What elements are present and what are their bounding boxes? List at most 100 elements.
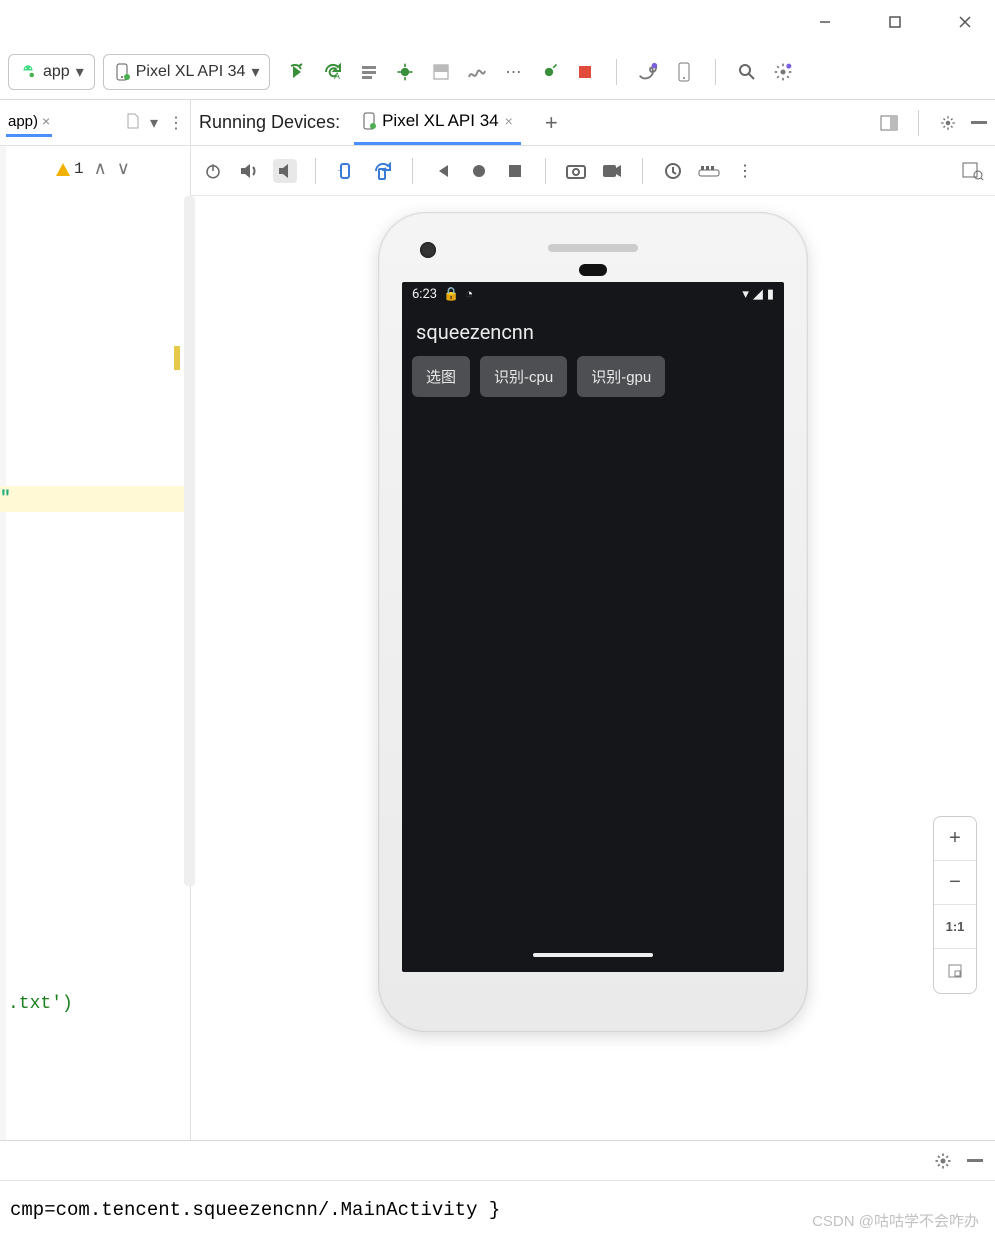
settings-icon[interactable] bbox=[933, 1151, 953, 1171]
select-image-button[interactable]: 选图 bbox=[412, 356, 470, 397]
hide-icon[interactable] bbox=[971, 121, 987, 125]
debug-status-icon: ◔ bbox=[465, 286, 473, 302]
settings-icon[interactable] bbox=[939, 114, 957, 132]
record-icon[interactable] bbox=[600, 159, 624, 183]
scrollbar[interactable] bbox=[184, 196, 195, 886]
apply-changes-icon[interactable]: A bbox=[322, 61, 344, 83]
separator bbox=[412, 158, 413, 184]
code-editor[interactable]: 1 ∧ ∨ " .txt') bbox=[0, 146, 190, 1140]
screenshot-icon[interactable] bbox=[564, 159, 588, 183]
extended-controls-icon[interactable] bbox=[697, 159, 721, 183]
file-icon[interactable] bbox=[126, 113, 140, 133]
close-icon[interactable]: × bbox=[42, 113, 50, 129]
more-icon[interactable]: ⋮ bbox=[733, 159, 757, 183]
chevron-down-icon: ▾ bbox=[251, 62, 259, 82]
settings-icon[interactable] bbox=[772, 61, 794, 83]
gesture-handle[interactable] bbox=[533, 953, 653, 957]
more-icon[interactable]: ⋮ bbox=[168, 113, 184, 133]
window-close-button[interactable] bbox=[945, 7, 985, 37]
home-icon[interactable] bbox=[467, 159, 491, 183]
toolbar-actions: A ⋯ bbox=[286, 59, 794, 85]
android-icon bbox=[19, 63, 37, 81]
close-icon[interactable]: × bbox=[505, 113, 513, 129]
app-title: squeezencnn bbox=[402, 306, 784, 356]
main-toolbar: app ▾ Pixel XL API 34 ▾ A ⋯ bbox=[0, 44, 995, 100]
recognize-gpu-button[interactable]: 识别-gpu bbox=[577, 356, 665, 397]
zoom-panel: + − 1:1 bbox=[933, 816, 977, 994]
watermark: CSDN @咕咕学不会咋办 bbox=[812, 1210, 979, 1231]
prev-highlight-icon[interactable]: ∧ bbox=[94, 158, 107, 180]
overview-icon[interactable] bbox=[503, 159, 527, 183]
chevron-down-icon[interactable]: ▾ bbox=[150, 113, 158, 133]
search-icon[interactable] bbox=[736, 61, 758, 83]
code-fragment: .txt') bbox=[8, 994, 73, 1014]
volume-up-icon[interactable] bbox=[237, 159, 261, 183]
separator bbox=[642, 158, 643, 184]
running-devices-tabbar: Running Devices: Pixel XL API 34 × + bbox=[191, 100, 995, 146]
running-devices-pane: Running Devices: Pixel XL API 34 × + bbox=[191, 100, 995, 1140]
warning-count: 1 bbox=[74, 160, 84, 178]
running-devices-label: Running Devices: bbox=[199, 112, 340, 133]
back-icon[interactable] bbox=[431, 159, 455, 183]
toolbar-separator bbox=[715, 59, 716, 85]
zoom-out-button[interactable]: − bbox=[934, 861, 976, 905]
wifi-icon: ▾ bbox=[742, 287, 749, 302]
editor-pane: app) × ▾ ⋮ 1 ∧ ∨ " .txt') bbox=[0, 100, 191, 1140]
gutter bbox=[0, 146, 6, 1140]
app-inspection-icon[interactable]: ⋯ bbox=[502, 61, 524, 83]
inspection-bar: 1 ∧ ∨ bbox=[4, 152, 190, 180]
add-device-icon[interactable]: + bbox=[545, 110, 558, 136]
coverage-icon[interactable] bbox=[430, 61, 452, 83]
device-frame: 6:23 🔒 ◔ ▾ ◢ ▮ squeezencnn 选图 识别-cpu 识别 bbox=[378, 212, 808, 1032]
window-minimize-button[interactable] bbox=[805, 7, 845, 37]
recognize-cpu-button[interactable]: 识别-cpu bbox=[480, 356, 567, 397]
fit-screen-button[interactable] bbox=[934, 949, 976, 993]
android-navbar[interactable] bbox=[402, 938, 784, 972]
device-screen[interactable]: 6:23 🔒 ◔ ▾ ◢ ▮ squeezencnn 选图 识别-cpu 识别 bbox=[402, 282, 784, 972]
apply-code-changes-icon[interactable] bbox=[358, 61, 380, 83]
editor-tab-bar: app) × ▾ ⋮ bbox=[0, 100, 190, 146]
rotate-left-icon[interactable] bbox=[334, 159, 358, 183]
sync-gradle-icon[interactable] bbox=[637, 61, 659, 83]
next-highlight-icon[interactable]: ∨ bbox=[117, 158, 130, 180]
editor-tab[interactable]: app) × bbox=[6, 109, 52, 137]
separator bbox=[918, 110, 919, 136]
module-selector[interactable]: app ▾ bbox=[8, 54, 95, 90]
volume-down-icon[interactable] bbox=[273, 159, 297, 183]
camera-dot bbox=[420, 242, 436, 258]
device-selector[interactable]: Pixel XL API 34 ▾ bbox=[103, 54, 271, 90]
sensor-pill bbox=[579, 264, 607, 276]
layout-inspector-icon[interactable] bbox=[961, 159, 985, 183]
battery-icon: ▮ bbox=[767, 287, 774, 302]
window-mode-icon[interactable] bbox=[880, 115, 898, 131]
power-icon[interactable] bbox=[201, 159, 225, 183]
debug-icon[interactable] bbox=[394, 61, 416, 83]
toolbar-separator bbox=[616, 59, 617, 85]
run-icon[interactable] bbox=[286, 61, 308, 83]
hide-icon[interactable] bbox=[967, 1159, 983, 1163]
module-selector-label: app bbox=[43, 63, 70, 81]
code-highlight-line bbox=[0, 486, 190, 512]
zoom-reset-button[interactable]: 1:1 bbox=[934, 905, 976, 949]
rotate-right-icon[interactable] bbox=[370, 159, 394, 183]
editor-tab-label: app) bbox=[8, 113, 38, 130]
attach-debugger-icon[interactable] bbox=[538, 61, 560, 83]
app-buttons-row: 选图 识别-cpu 识别-gpu bbox=[402, 356, 784, 397]
change-marker bbox=[174, 346, 180, 370]
tool-window-bar bbox=[0, 1140, 995, 1180]
separator bbox=[315, 158, 316, 184]
stop-icon[interactable] bbox=[574, 61, 596, 83]
device-view: 6:23 🔒 ◔ ▾ ◢ ▮ squeezencnn 选图 识别-cpu 识别 bbox=[191, 196, 995, 1140]
device-selector-label: Pixel XL API 34 bbox=[136, 63, 246, 81]
profiler-icon[interactable] bbox=[466, 61, 488, 83]
snapshot-icon[interactable] bbox=[661, 159, 685, 183]
warning-icon[interactable] bbox=[56, 163, 70, 176]
lock-icon: 🔒 bbox=[443, 287, 459, 302]
avd-manager-icon[interactable] bbox=[673, 61, 695, 83]
window-title-bar bbox=[0, 0, 995, 44]
zoom-in-button[interactable]: + bbox=[934, 817, 976, 861]
separator bbox=[545, 158, 546, 184]
window-maximize-button[interactable] bbox=[875, 7, 915, 37]
device-tab[interactable]: Pixel XL API 34 × bbox=[354, 100, 521, 145]
code-fragment: " bbox=[0, 489, 11, 509]
